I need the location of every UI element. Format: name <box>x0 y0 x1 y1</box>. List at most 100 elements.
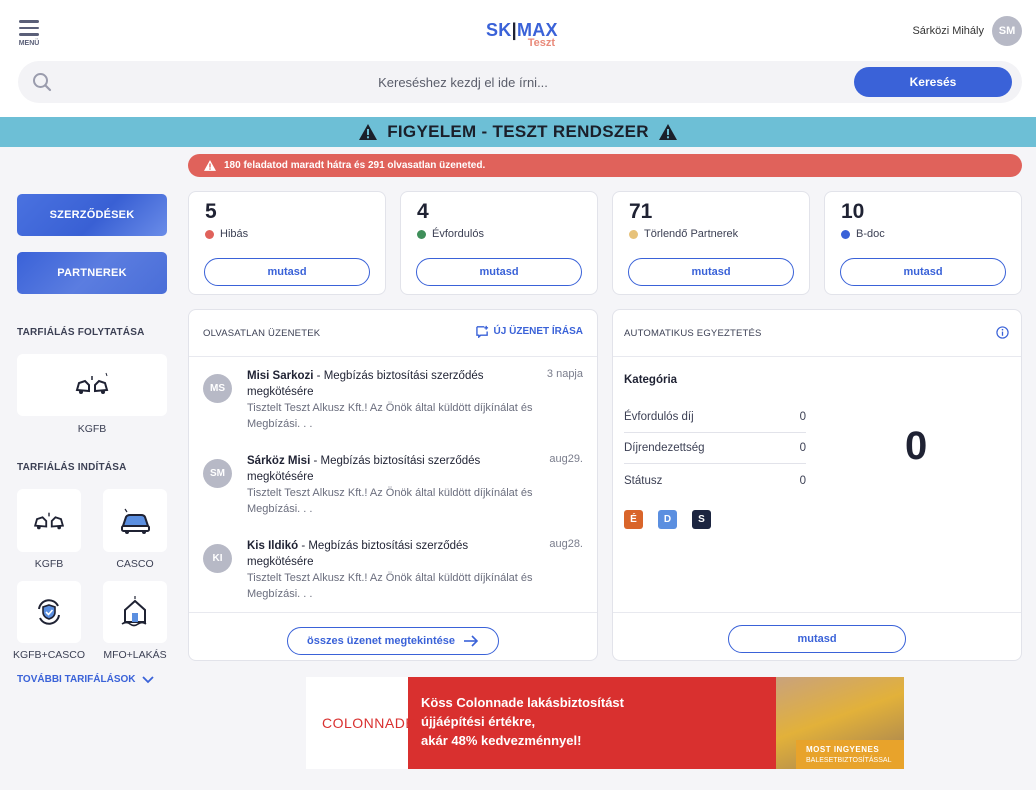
start-mfo-home-tile[interactable] <box>103 581 167 643</box>
continue-kgfb-label: KGFB <box>77 423 107 435</box>
new-message-label: ÚJ ÜZENET ÍRÁSA <box>493 326 583 337</box>
message-preview: Tisztelt Teszt Alkusz Kft.! Az Önök álta… <box>247 402 533 430</box>
warning-icon <box>204 160 216 171</box>
start-kgfb-casco-tile[interactable] <box>17 581 81 643</box>
warning-icon <box>658 124 677 140</box>
panel-header: AUTOMATIKUS EGYEZTETÉS <box>613 310 1021 357</box>
start-rating-title: TARFIÁLÁS INDÍTÁSA <box>17 462 127 473</box>
start-kgfb-tile[interactable] <box>17 489 81 552</box>
chevron-down-icon <box>141 675 154 683</box>
message-time: 3 napja <box>546 368 583 380</box>
stat-card-anniversary: 4 Évfordulós mutasd <box>400 191 598 295</box>
hamburger-icon <box>19 20 39 23</box>
user-menu[interactable]: Sárközi Mihály SM <box>912 16 1022 46</box>
total-count: 0 <box>905 424 928 468</box>
ad-tag-line-1: MOST INGYENES <box>806 745 880 754</box>
message-sender: Misi Sarkozi <box>247 370 314 382</box>
stat-label: Törlendő Partnerek <box>644 228 739 240</box>
stat-value: 10 <box>841 200 865 223</box>
category-row[interactable]: Évfordulós díj 0 <box>624 402 806 433</box>
category-label: Díjrendezettség <box>624 442 705 454</box>
partners-label: PARTNEREK <box>57 267 127 279</box>
status-dot <box>629 229 638 239</box>
start-casco-tile[interactable] <box>103 489 167 552</box>
ad-headline-2: újjáépítési értékre, <box>421 714 536 729</box>
info-icon[interactable] <box>996 326 1009 339</box>
chip-payment[interactable]: D <box>658 510 677 529</box>
logo[interactable]: SK|MAX Teszt <box>486 20 558 49</box>
new-message-link[interactable]: ÚJ ÜZENET ÍRÁSA <box>475 325 583 338</box>
stat-card-bdoc: 10 B-doc mutasd <box>824 191 1022 295</box>
test-system-banner: FIGYELEM - TESZT RENDSZER <box>0 117 1036 147</box>
chip-anniversary[interactable]: É <box>624 510 643 529</box>
message-preview: Tisztelt Teszt Alkusz Kft.! Az Önök álta… <box>247 572 533 600</box>
user-name: Sárközi Mihály <box>912 25 984 37</box>
start-kgfb-label: KGFB <box>34 558 64 570</box>
car-crash-icon <box>75 372 109 394</box>
more-ratings-link[interactable]: TOVÁBBI TARIFÁLÁSOK <box>17 674 154 685</box>
banner-text: FIGYELEM - TESZT RENDSZER <box>387 122 649 141</box>
partners-button[interactable]: PARTNEREK <box>17 252 167 294</box>
message-preview: Tisztelt Teszt Alkusz Kft.! Az Önök álta… <box>247 487 533 515</box>
stat-label: B-doc <box>856 228 885 240</box>
stat-label: Hibás <box>220 228 249 240</box>
show-reconciliation-button[interactable]: mutasd <box>728 625 906 653</box>
category-value: 0 <box>799 411 806 423</box>
hamburger-icon-bar <box>19 26 39 29</box>
panel-footer: összes üzenet megtekintése <box>189 612 597 660</box>
view-all-label: összes üzenet megtekintése <box>307 635 455 647</box>
stat-value: 4 <box>417 200 429 223</box>
start-kgfb-casco-label: KGFB+CASCO <box>12 649 86 661</box>
avatar: MS <box>203 374 232 403</box>
category-title: Kategória <box>624 374 678 386</box>
category-label: Státusz <box>624 474 663 487</box>
ad-headline-1: Köss Colonnade lakásbiztosítást <box>421 695 624 710</box>
show-anniversary-button[interactable]: mutasd <box>416 258 582 286</box>
unread-messages-panel: OLVASATLAN ÜZENETEK ÚJ ÜZENET ÍRÁSA MS M… <box>188 309 598 661</box>
house-flood-icon <box>121 596 147 627</box>
search-button[interactable]: Keresés <box>854 67 1012 97</box>
panel-header: OLVASATLAN ÜZENETEK ÚJ ÜZENET ÍRÁSA <box>189 310 597 357</box>
menu-button[interactable]: MENÜ <box>17 20 41 47</box>
panel-title: OLVASATLAN ÜZENETEK <box>203 328 321 339</box>
ad-logo: COLONNADE <box>322 715 416 731</box>
category-row[interactable]: Státusz 0 <box>624 465 806 496</box>
category-value: 0 <box>799 474 806 487</box>
car-crash-icon <box>33 512 65 529</box>
shield-refresh-icon <box>38 599 60 625</box>
colonnade-ad-banner[interactable]: COLONNADE Köss Colonnade lakásbiztosítás… <box>306 677 904 769</box>
more-ratings-label: TOVÁBBI TARIFÁLÁSOK <box>17 674 136 685</box>
stat-label: Évfordulós <box>432 228 484 240</box>
search-bar: Keresés <box>18 61 1022 103</box>
avatar: KI <box>203 544 232 573</box>
message-subject: Kis Ildikó - Megbízás biztosítási szerző… <box>247 538 517 570</box>
panel-footer: mutasd <box>613 612 1021 660</box>
message-time: aug28. <box>549 538 583 550</box>
continue-kgfb-tile[interactable] <box>17 354 167 416</box>
avatar[interactable]: SM <box>992 16 1022 46</box>
car-damage-icon <box>121 508 150 534</box>
menu-label: MENÜ <box>18 39 40 47</box>
show-partners-button[interactable]: mutasd <box>628 258 794 286</box>
start-casco-label: CASCO <box>116 558 154 570</box>
show-errors-button[interactable]: mutasd <box>204 258 370 286</box>
category-label: Évfordulós díj <box>624 411 694 423</box>
show-bdoc-button[interactable]: mutasd <box>840 258 1006 286</box>
view-all-messages-button[interactable]: összes üzenet megtekintése <box>287 627 499 655</box>
task-alert[interactable]: 180 feladatod maradt hátra és 291 olvasa… <box>188 154 1022 177</box>
ad-logo-area: COLONNADE <box>306 677 415 769</box>
message-sender: Kis Ildikó <box>247 540 299 552</box>
arrow-right-icon <box>463 635 479 647</box>
status-dot <box>205 229 214 239</box>
auto-reconciliation-panel: AUTOMATIKUS EGYEZTETÉS Kategória Évfordu… <box>612 309 1022 661</box>
message-time: aug29. <box>549 453 583 465</box>
stat-card-partners-to-delete: 71 Törlendő Partnerek mutasd <box>612 191 810 295</box>
status-dot <box>417 229 426 239</box>
warning-icon <box>359 124 378 140</box>
chip-status[interactable]: S <box>692 510 711 529</box>
alert-text: 180 feladatod maradt hátra és 291 olvasa… <box>224 160 486 171</box>
search-input[interactable] <box>78 61 848 103</box>
stat-card-errors: 5 Hibás mutasd <box>188 191 386 295</box>
category-row[interactable]: Díjrendezettség 0 <box>624 433 806 464</box>
contracts-button[interactable]: SZERZŐDÉSEK <box>17 194 167 236</box>
